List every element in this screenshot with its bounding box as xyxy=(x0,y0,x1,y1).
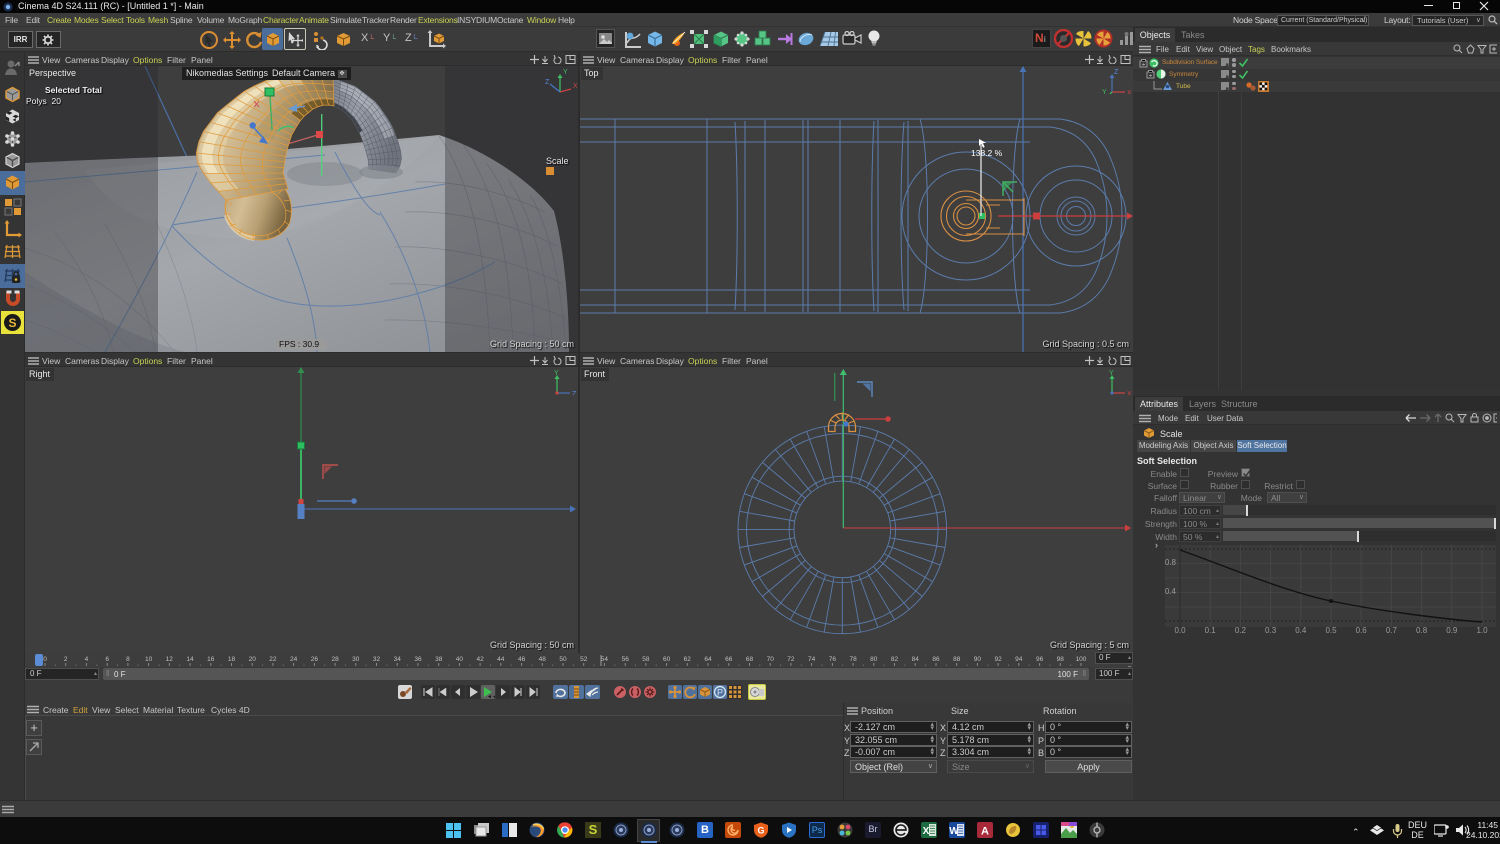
svg-text:1.0: 1.0 xyxy=(1476,626,1488,635)
svg-text:18: 18 xyxy=(228,656,236,663)
svg-text:Z: Z xyxy=(545,79,550,86)
svg-text:36: 36 xyxy=(414,656,422,663)
svg-text:Z: Z xyxy=(572,391,577,395)
svg-text:10: 10 xyxy=(145,656,153,663)
svg-text:0.8: 0.8 xyxy=(1165,558,1177,567)
svg-text:28: 28 xyxy=(331,656,339,663)
svg-text:60: 60 xyxy=(663,656,671,663)
svg-text:100: 100 xyxy=(1076,656,1087,663)
svg-text:0.5: 0.5 xyxy=(1325,626,1337,635)
svg-text:X: X xyxy=(573,83,577,90)
svg-text:G: G xyxy=(757,826,764,836)
svg-text:X: X xyxy=(1127,90,1132,94)
svg-text:0.2: 0.2 xyxy=(1235,626,1247,635)
svg-text:14: 14 xyxy=(186,656,194,663)
svg-text:P: P xyxy=(717,688,723,698)
svg-text:Y: Y xyxy=(554,370,559,377)
svg-text:50: 50 xyxy=(559,656,567,663)
svg-text:72: 72 xyxy=(787,656,795,663)
svg-text:0.7: 0.7 xyxy=(1386,626,1398,635)
svg-text:30: 30 xyxy=(352,656,360,663)
svg-text:52: 52 xyxy=(580,656,588,663)
svg-text:74: 74 xyxy=(808,656,816,663)
svg-text:46: 46 xyxy=(518,656,526,663)
svg-text:6: 6 xyxy=(105,656,109,663)
svg-text:90: 90 xyxy=(974,656,982,663)
svg-text:42: 42 xyxy=(476,656,484,663)
svg-text:0.4: 0.4 xyxy=(1295,626,1307,635)
svg-text:8: 8 xyxy=(126,656,130,663)
svg-text:64: 64 xyxy=(704,656,712,663)
svg-text:94: 94 xyxy=(1015,656,1023,663)
svg-text:80: 80 xyxy=(870,656,878,663)
svg-text:54: 54 xyxy=(601,656,609,663)
svg-text:Y: Y xyxy=(1109,370,1114,377)
svg-text:26: 26 xyxy=(311,656,319,663)
svg-text:70: 70 xyxy=(767,656,775,663)
svg-text:0: 0 xyxy=(43,656,47,663)
svg-text:A: A xyxy=(981,826,989,838)
svg-text:48: 48 xyxy=(539,656,547,663)
svg-text:0.9: 0.9 xyxy=(1446,626,1458,635)
svg-text:20: 20 xyxy=(249,656,257,663)
svg-text:40: 40 xyxy=(456,656,464,663)
svg-text:66: 66 xyxy=(725,656,733,663)
svg-text:44: 44 xyxy=(497,656,505,663)
svg-text:58: 58 xyxy=(642,656,650,663)
svg-text:0.4: 0.4 xyxy=(1165,587,1177,596)
svg-text:0.1: 0.1 xyxy=(1205,626,1217,635)
svg-text:X: X xyxy=(923,826,930,837)
svg-text:0.3: 0.3 xyxy=(1265,626,1277,635)
svg-text:86: 86 xyxy=(932,656,940,663)
svg-text:4: 4 xyxy=(85,656,89,663)
svg-text:88: 88 xyxy=(953,656,961,663)
svg-text:22: 22 xyxy=(269,656,277,663)
svg-text:24: 24 xyxy=(290,656,298,663)
svg-text:56: 56 xyxy=(622,656,630,663)
svg-text:138.2 %: 138.2 % xyxy=(971,148,1003,158)
svg-text:16: 16 xyxy=(207,656,215,663)
svg-text:68: 68 xyxy=(746,656,754,663)
svg-text:Z: Z xyxy=(1114,69,1119,76)
svg-text:96: 96 xyxy=(1036,656,1044,663)
svg-text:2: 2 xyxy=(64,656,68,663)
svg-text:78: 78 xyxy=(849,656,857,663)
svg-text:12: 12 xyxy=(166,656,174,663)
svg-text:Y: Y xyxy=(1102,89,1107,94)
svg-text:92: 92 xyxy=(994,656,1002,663)
svg-text:W: W xyxy=(949,826,959,837)
svg-text:32: 32 xyxy=(373,656,381,663)
svg-text:76: 76 xyxy=(829,656,837,663)
svg-text:0.8: 0.8 xyxy=(1416,626,1428,635)
svg-text:38: 38 xyxy=(435,656,443,663)
svg-text:0.0: 0.0 xyxy=(1174,626,1186,635)
svg-text:0.6: 0.6 xyxy=(1356,626,1368,635)
svg-text:34: 34 xyxy=(394,656,402,663)
svg-text:62: 62 xyxy=(684,656,692,663)
svg-text:84: 84 xyxy=(912,656,920,663)
svg-text:98: 98 xyxy=(1057,656,1065,663)
svg-text:Y: Y xyxy=(563,69,568,76)
svg-text:82: 82 xyxy=(891,656,899,663)
svg-text:◄◄: ◄◄ xyxy=(487,694,495,699)
svg-text:X: X xyxy=(1127,391,1132,395)
svg-text:S: S xyxy=(8,316,16,330)
